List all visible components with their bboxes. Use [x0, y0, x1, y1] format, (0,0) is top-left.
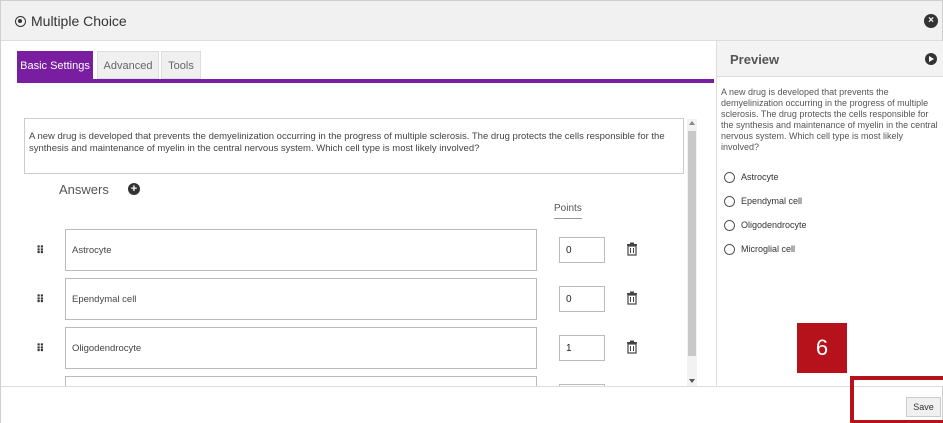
points-label: Points [554, 203, 582, 219]
answer-input[interactable]: Oligodendrocyte [65, 327, 537, 369]
drag-handle-icon[interactable]: ⠿ [36, 293, 45, 306]
collapse-arrow-icon[interactable] [925, 53, 937, 65]
answer-row: ⠿ Oligodendrocyte 1 [1, 327, 701, 369]
answer-row: ⠿ Ependymal cell 0 [1, 278, 701, 320]
preview-option-label: Oligodendrocyte [741, 220, 807, 230]
preview-option-label: Ependymal cell [741, 196, 803, 206]
points-input[interactable]: 0 [559, 286, 605, 312]
answer-row: ⠿ Astrocyte 0 [1, 229, 701, 271]
radio-icon[interactable] [724, 244, 735, 255]
preview-option-label: Microglial cell [741, 244, 796, 254]
trash-icon[interactable] [626, 340, 638, 354]
drag-handle-icon[interactable]: ⠿ [36, 244, 45, 257]
trash-icon[interactable] [626, 242, 638, 256]
points-input[interactable]: 1 [559, 335, 605, 361]
editor-panel: Basic Settings Advanced Tools A new drug… [1, 41, 716, 386]
scrollbar-thumb[interactable] [688, 131, 696, 356]
question-textarea[interactable]: A new drug is developed that prevents th… [24, 118, 684, 174]
radio-icon [15, 16, 26, 27]
callout-highlight-box [850, 376, 943, 423]
add-answer-icon[interactable]: + [128, 183, 140, 195]
answer-row [1, 376, 701, 386]
editor-scroll-area: A new drug is developed that prevents th… [1, 83, 701, 386]
answer-input[interactable]: Astrocyte [65, 229, 537, 271]
preview-title: Preview [730, 52, 780, 67]
scroll-up-icon[interactable] [689, 121, 695, 125]
tab-basic-settings[interactable]: Basic Settings [17, 51, 93, 79]
radio-icon[interactable] [724, 196, 735, 207]
editor-scrollbar[interactable] [687, 119, 697, 387]
dialog-titlebar: Multiple Choice × [1, 1, 942, 41]
dialog-footer [1, 386, 942, 423]
radio-icon[interactable] [724, 172, 735, 183]
preview-header: Preview [717, 41, 943, 77]
preview-option-label: Astrocyte [741, 172, 779, 182]
dialog-title: Multiple Choice [31, 13, 127, 29]
radio-icon[interactable] [724, 220, 735, 231]
answer-input[interactable]: Ependymal cell [65, 278, 537, 320]
preview-question: A new drug is developed that prevents th… [721, 87, 938, 152]
tab-advanced[interactable]: Advanced [97, 51, 159, 79]
drag-handle-icon[interactable]: ⠿ [36, 342, 45, 355]
answers-label: Answers [59, 182, 109, 197]
callout-badge: 6 [797, 323, 847, 373]
tab-tools[interactable]: Tools [161, 51, 201, 79]
points-input[interactable]: 0 [559, 237, 605, 263]
scroll-down-icon[interactable] [689, 379, 695, 383]
trash-icon[interactable] [626, 291, 638, 305]
answer-input[interactable] [65, 376, 537, 386]
multiple-choice-dialog: Multiple Choice × Basic Settings Advance… [0, 0, 943, 423]
close-icon[interactable]: × [924, 14, 938, 28]
